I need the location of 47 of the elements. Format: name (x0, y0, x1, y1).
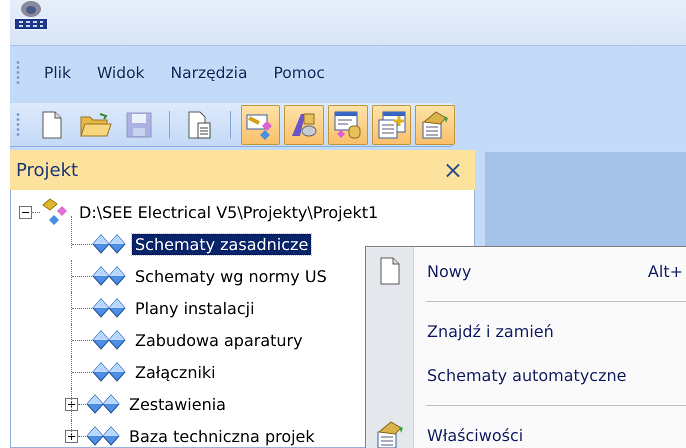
shortcut-text: Alt+ (648, 262, 683, 280)
plus-icon (67, 400, 76, 408)
expand-toggle[interactable] (65, 398, 78, 410)
menu-item[interactable]: Nowy (427, 262, 648, 280)
toolbar-button[interactable] (372, 104, 412, 144)
database-icon (332, 110, 363, 140)
menu-item[interactable]: Widok (86, 58, 155, 88)
tree-item[interactable]: Zabudowa aparatury (132, 330, 306, 350)
properties-icon (420, 110, 450, 140)
toolbar-button[interactable] (240, 104, 280, 144)
folder-diamonds-icon (92, 266, 126, 286)
folder-diamonds-icon (86, 394, 120, 414)
close-button[interactable]: × (438, 156, 467, 184)
menu-item[interactable]: Narzędzia (160, 58, 258, 88)
tree-item[interactable]: Plany instalacji (132, 298, 258, 318)
tree-item[interactable]: D:\SEE Electrical V5\Projekty\Projekt1 (76, 202, 382, 222)
menu-item[interactable]: Właściwości (427, 426, 686, 444)
new-file-icon (40, 110, 64, 138)
folder-diamonds-icon (86, 426, 120, 446)
toolbar-button[interactable] (415, 104, 456, 144)
project-icon (40, 198, 70, 226)
tree-item[interactable]: Schematy zasadnicze (132, 234, 312, 254)
table-icon (376, 110, 406, 140)
plus-icon (67, 432, 76, 440)
expand-toggle[interactable] (65, 430, 78, 442)
app-logo-icon (14, 0, 48, 30)
menu-item[interactable]: Pomoc (263, 58, 335, 88)
menu-item[interactable]: Schematy automatyczne (427, 366, 686, 384)
toolbar-button[interactable] (284, 104, 324, 144)
tree-item[interactable]: Załączniki (132, 362, 219, 382)
folder-diamonds-icon (92, 234, 126, 254)
menu-item[interactable]: Znajdź i zamień (427, 322, 686, 340)
folder-diamonds-icon (92, 298, 126, 318)
folder-diamonds-icon (92, 362, 126, 382)
properties-icon (374, 420, 404, 448)
collapse-toggle[interactable] (19, 206, 32, 218)
save-icon (126, 112, 152, 138)
tree-item[interactable]: Zestawienia (126, 394, 229, 414)
folder-icon (80, 112, 112, 138)
panel-title: Projekt (16, 160, 78, 180)
folder-diamonds-icon (92, 330, 126, 350)
document-icon (186, 110, 213, 138)
tree-item[interactable]: Schematy wg normy US (132, 266, 330, 286)
tree-item[interactable]: Baza techniczna projek (126, 426, 318, 446)
new-document-icon (378, 257, 402, 285)
toolbar-button[interactable] (328, 104, 368, 144)
menu-item[interactable]: Plik (34, 58, 81, 88)
